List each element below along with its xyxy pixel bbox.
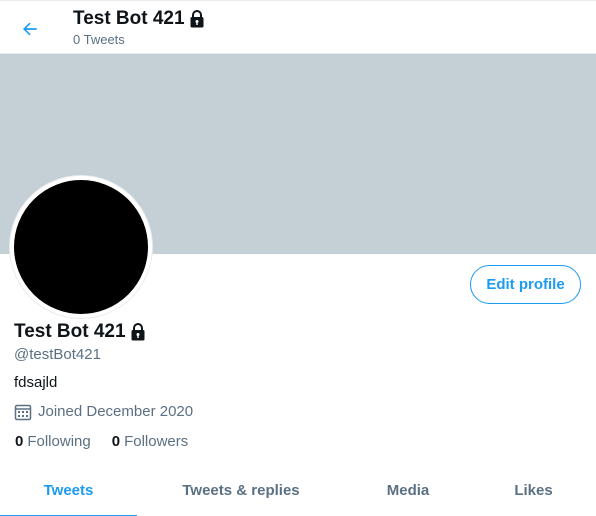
profile-header: Test Bot 421 0 Tweets (0, 1, 596, 54)
arrow-left-icon (22, 22, 37, 36)
tab-media-label: Media (386, 482, 430, 499)
tab-tweets[interactable]: Tweets (0, 464, 137, 516)
edit-profile-button[interactable]: Edit profile (470, 265, 581, 304)
tab-tweets-label: Tweets (43, 482, 94, 499)
lock-icon (131, 323, 145, 341)
following-link[interactable]: 0 Following (15, 433, 91, 451)
header-title: Test Bot 421 (73, 7, 205, 31)
followers-label: Followers (124, 433, 189, 450)
tweet-count: 0 Tweets (73, 32, 125, 47)
tab-likes[interactable]: Likes (471, 464, 596, 516)
following-label: Following (27, 433, 91, 450)
profile-tabs: Tweets Tweets & replies Media Likes (0, 464, 596, 516)
header-title-text: Test Bot 421 (73, 8, 185, 29)
user-handle: @testBot421 (14, 346, 101, 363)
display-name: Test Bot 421 (14, 320, 146, 344)
lock-icon (190, 10, 204, 28)
follow-stats: 0 Following 0 Followers (15, 433, 188, 451)
back-button[interactable] (15, 14, 45, 44)
tab-likes-label: Likes (514, 482, 553, 499)
calendar-icon (14, 404, 32, 421)
tab-media[interactable]: Media (345, 464, 471, 516)
tab-tweets-replies[interactable]: Tweets & replies (137, 464, 345, 516)
bio: fdsajld (14, 374, 58, 391)
profile-page: Test Bot 421 0 Tweets Edit profile Test … (0, 0, 596, 516)
display-name-text: Test Bot 421 (14, 321, 126, 342)
followers-count: 0 (111, 433, 121, 450)
joined-date: Joined December 2020 (14, 403, 193, 421)
followers-link[interactable]: 0 Followers (112, 433, 189, 451)
joined-text: Joined December 2020 (38, 403, 194, 420)
following-count: 0 (15, 433, 24, 450)
tab-tweets-replies-label: Tweets & replies (182, 482, 300, 499)
avatar[interactable] (10, 176, 152, 318)
